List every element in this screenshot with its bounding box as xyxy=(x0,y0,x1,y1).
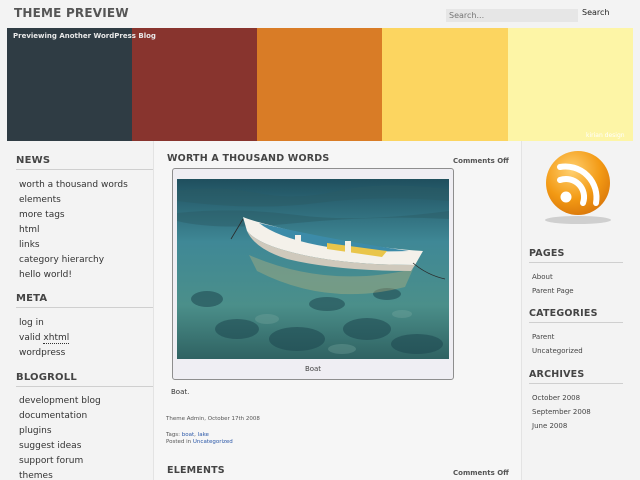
post-meta: Theme Admin, October 17th 2008 xyxy=(166,416,260,422)
site-tagline: Previewing Another WordPress Blog xyxy=(13,32,156,40)
blogroll-link[interactable]: suggest ideas xyxy=(19,441,81,451)
color-band xyxy=(508,28,633,141)
site-title[interactable]: THEME PREVIEW xyxy=(14,6,129,20)
blogroll-link[interactable]: development blog xyxy=(19,396,101,406)
news-link[interactable]: elements xyxy=(19,195,61,205)
search-input[interactable] xyxy=(446,9,578,22)
category-link[interactable]: Uncategorized xyxy=(532,347,583,355)
news-link[interactable]: category hierarchy xyxy=(19,255,104,265)
post-tags: Tags: boat, lake xyxy=(166,432,209,438)
pages-heading: PAGES xyxy=(529,248,565,259)
color-band xyxy=(257,28,382,141)
archive-link[interactable]: June 2008 xyxy=(532,422,567,430)
divider xyxy=(16,169,155,170)
news-heading: NEWS xyxy=(16,155,51,166)
image-caption: Boat xyxy=(304,365,322,373)
color-band xyxy=(7,28,132,141)
comments-status: Comments Off xyxy=(453,157,509,165)
divider xyxy=(529,383,623,384)
tags-label: Tags: xyxy=(166,432,182,438)
archive-link[interactable]: October 2008 xyxy=(532,394,580,402)
blogroll-link[interactable]: support forum xyxy=(19,456,83,466)
color-band xyxy=(132,28,257,141)
blogroll-link[interactable]: themes xyxy=(19,471,53,480)
blogroll-link[interactable]: documentation xyxy=(19,411,87,421)
news-link[interactable]: links xyxy=(19,240,40,250)
divider xyxy=(529,262,623,263)
meta-heading: META xyxy=(16,293,48,304)
category-link[interactable]: Uncategorized xyxy=(193,439,233,445)
header-banner xyxy=(7,28,633,141)
xhtml-abbr[interactable]: xhtml xyxy=(43,333,70,344)
tag-link[interactable]: lake xyxy=(198,432,209,438)
boat-photo[interactable] xyxy=(177,179,449,359)
search-button[interactable]: Search xyxy=(582,8,609,17)
news-link[interactable]: hello world! xyxy=(19,270,72,280)
blogroll-link[interactable]: plugins xyxy=(19,426,52,436)
posted-label: Posted in xyxy=(166,439,193,445)
valid-xhtml-link[interactable]: valid xhtml xyxy=(19,333,70,344)
main-content: WORTH A THOUSAND WORDS Comments Off Boat… xyxy=(153,141,522,480)
news-link[interactable]: worth a thousand words xyxy=(19,180,128,190)
archive-link[interactable]: September 2008 xyxy=(532,408,591,416)
category-link[interactable]: Parent xyxy=(532,333,554,341)
right-sidebar: PAGES About Parent Page CATEGORIES Paren… xyxy=(522,141,633,480)
login-link[interactable]: log in xyxy=(19,318,44,328)
tag-link[interactable]: boat xyxy=(182,432,194,438)
valid-label: valid xyxy=(19,333,44,343)
archives-heading: ARCHIVES xyxy=(529,369,585,380)
comments-status: Comments Off xyxy=(453,469,509,477)
divider xyxy=(529,322,623,323)
post-title[interactable]: WORTH A THOUSAND WORDS xyxy=(167,153,329,164)
post-body: Boat. xyxy=(171,388,190,396)
divider xyxy=(16,386,155,387)
post-category: Posted in Uncategorized xyxy=(166,439,233,445)
banner-credit: kirian design xyxy=(586,132,625,139)
news-link[interactable]: html xyxy=(19,225,40,235)
page-link[interactable]: About xyxy=(532,273,553,281)
post-title[interactable]: ELEMENTS xyxy=(167,465,225,476)
news-link[interactable]: more tags xyxy=(19,210,65,220)
color-band xyxy=(382,28,508,141)
left-sidebar: NEWS worth a thousand words elements mor… xyxy=(7,141,155,480)
divider xyxy=(16,307,155,308)
rss-feed-icon[interactable] xyxy=(539,147,617,227)
wordpress-link[interactable]: wordpress xyxy=(19,348,65,358)
blogroll-heading: BLOGROLL xyxy=(16,372,77,383)
image-figure: Boat xyxy=(172,168,454,380)
categories-heading: CATEGORIES xyxy=(529,308,598,319)
page-link[interactable]: Parent Page xyxy=(532,287,574,295)
